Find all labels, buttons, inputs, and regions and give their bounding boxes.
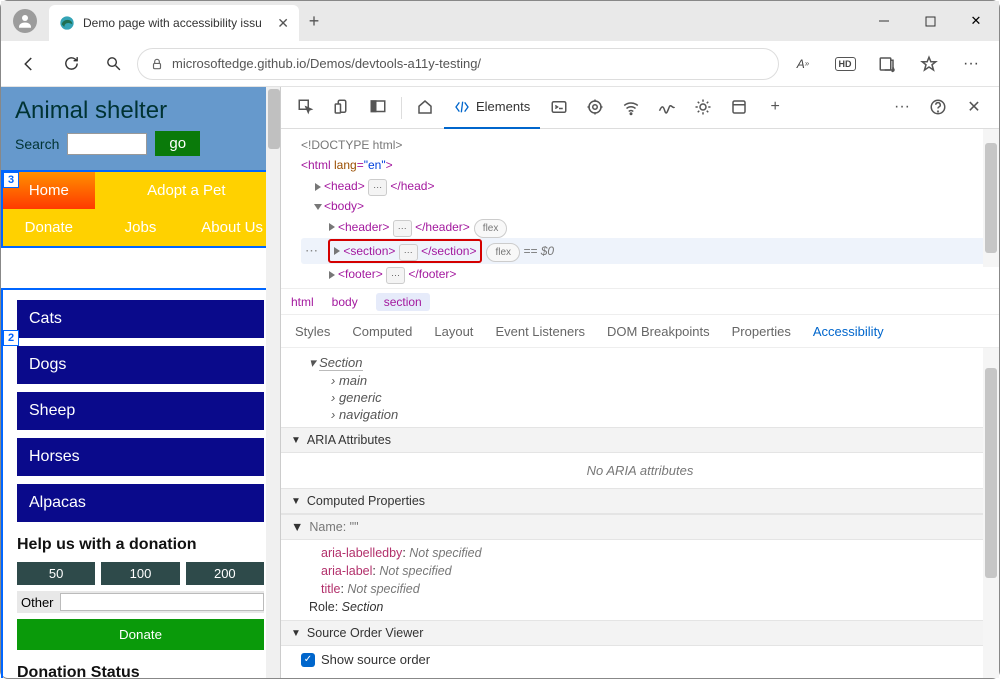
nav-about[interactable]: About Us [186, 209, 278, 246]
edge-favicon [59, 15, 75, 31]
read-aloud-icon[interactable]: A» [785, 46, 821, 82]
source-order-header[interactable]: ▼Source Order Viewer [281, 620, 999, 646]
donation-heading: Help us with a donation [17, 536, 264, 554]
go-button[interactable]: go [155, 131, 200, 156]
other-label: Other [17, 595, 54, 610]
page-title: Animal shelter [15, 97, 266, 125]
show-source-order-checkbox[interactable]: ✓Show source order [301, 652, 979, 667]
devtools-panel: Elements + ··· ✕ <!DOCTYPE html> <html l… [281, 87, 999, 678]
tab-event-listeners[interactable]: Event Listeners [495, 324, 585, 339]
tab-dom-breakpoints[interactable]: DOM Breakpoints [607, 324, 710, 339]
page-scrollbar[interactable] [266, 87, 281, 678]
tab-styles[interactable]: Styles [295, 324, 330, 339]
browser-toolbar: microsoftedge.github.io/Demos/devtools-a… [1, 41, 999, 87]
more-tabs-icon[interactable]: + [758, 91, 792, 125]
window-controls: ✕ [861, 1, 999, 41]
new-tab-button[interactable]: + [299, 11, 329, 32]
page-header: Animal shelter Search go [1, 87, 280, 170]
content-area: Animal shelter Search go Home Adopt a Pe… [1, 87, 999, 678]
donate-button[interactable]: Donate [17, 619, 264, 650]
tab-layout[interactable]: Layout [434, 324, 473, 339]
tab-title: Demo page with accessibility issu [83, 16, 269, 30]
elements-tab-label: Elements [476, 99, 530, 114]
maximize-button[interactable] [907, 1, 953, 41]
browser-tab[interactable]: Demo page with accessibility issu ✕ [49, 5, 299, 41]
elements-tab[interactable]: Elements [444, 87, 540, 129]
crumb-section[interactable]: section [376, 293, 430, 311]
url-text: microsoftedge.github.io/Demos/devtools-a… [172, 56, 481, 71]
accessibility-tree[interactable]: ▾ Section › main › generic › navigation [281, 348, 999, 427]
donation-status-heading: Donation Status [17, 664, 264, 678]
crumb-body[interactable]: body [332, 295, 358, 309]
amount-50[interactable]: 50 [17, 562, 95, 585]
category-cats[interactable]: Cats [17, 300, 264, 338]
network-tab-icon[interactable] [614, 91, 648, 125]
amount-100[interactable]: 100 [101, 562, 179, 585]
amount-200[interactable]: 200 [186, 562, 264, 585]
dock-icon[interactable] [361, 91, 395, 125]
address-bar[interactable]: microsoftedge.github.io/Demos/devtools-a… [137, 48, 779, 80]
devtools-toolbar: Elements + ··· ✕ [281, 87, 999, 129]
minimize-button[interactable] [861, 1, 907, 41]
search-label: Search [15, 136, 59, 152]
nav-jobs[interactable]: Jobs [95, 209, 187, 246]
name-property-row[interactable]: ▼Name: "" [281, 514, 999, 540]
category-dogs[interactable]: Dogs [17, 346, 264, 384]
dom-tree[interactable]: <!DOCTYPE html> <html lang="en"> <head> … [281, 129, 999, 288]
devtools-more-icon[interactable]: ··· [885, 91, 919, 125]
a11y-scrollbar[interactable] [983, 348, 999, 678]
inspect-icon[interactable] [289, 91, 323, 125]
category-list: Cats Dogs Sheep Horses Alpacas Help us w… [1, 288, 280, 678]
no-aria-text: No ARIA attributes [281, 453, 999, 488]
computed-properties-header[interactable]: ▼Computed Properties [281, 488, 999, 514]
back-button[interactable] [11, 46, 47, 82]
tab-close-icon[interactable]: ✕ [277, 15, 289, 32]
source-order-badge-2: 2 [3, 330, 19, 346]
styles-tabs: Styles Computed Layout Event Listeners D… [281, 314, 999, 348]
reader-icon[interactable]: ♪ [869, 46, 905, 82]
memory-tab-icon[interactable] [686, 91, 720, 125]
application-tab-icon[interactable] [722, 91, 756, 125]
other-amount-input[interactable] [60, 593, 264, 611]
search-button[interactable] [95, 46, 131, 82]
close-window-button[interactable]: ✕ [953, 1, 999, 41]
page-viewport: Animal shelter Search go Home Adopt a Pe… [1, 87, 281, 678]
nav-donate[interactable]: Donate [3, 209, 95, 246]
console-tab-icon[interactable] [542, 91, 576, 125]
welcome-tab-icon[interactable] [408, 91, 442, 125]
category-sheep[interactable]: Sheep [17, 392, 264, 430]
aria-attributes-header[interactable]: ▼ARIA Attributes [281, 427, 999, 453]
svg-text:♪: ♪ [892, 67, 895, 73]
dom-breadcrumbs[interactable]: html body section [281, 288, 999, 314]
accessibility-pane: ▾ Section › main › generic › navigation … [281, 348, 999, 678]
lock-icon [150, 57, 164, 71]
devtools-help-icon[interactable] [921, 91, 955, 125]
crumb-html[interactable]: html [291, 295, 314, 309]
refresh-button[interactable] [53, 46, 89, 82]
main-nav: Home Adopt a Pet Donate Jobs About Us [1, 170, 280, 248]
devtools-close-icon[interactable]: ✕ [957, 91, 991, 125]
search-input[interactable] [67, 133, 147, 155]
tab-computed[interactable]: Computed [352, 324, 412, 339]
tab-accessibility[interactable]: Accessibility [813, 324, 884, 339]
device-icon[interactable] [325, 91, 359, 125]
sources-tab-icon[interactable] [578, 91, 612, 125]
nav-adopt[interactable]: Adopt a Pet [95, 172, 278, 209]
donation-amounts: 50 100 200 [17, 562, 264, 585]
category-alpacas[interactable]: Alpacas [17, 484, 264, 522]
favorite-button[interactable] [911, 46, 947, 82]
hd-icon[interactable]: HD [827, 46, 863, 82]
tab-properties[interactable]: Properties [732, 324, 791, 339]
dom-doctype: <!DOCTYPE html> [301, 135, 989, 155]
window-titlebar: Demo page with accessibility issu ✕ + ✕ [1, 1, 999, 41]
category-horses[interactable]: Horses [17, 438, 264, 476]
performance-tab-icon[interactable] [650, 91, 684, 125]
dom-scrollbar[interactable] [983, 129, 999, 267]
profile-avatar[interactable] [13, 9, 37, 33]
menu-button[interactable]: ··· [953, 46, 989, 82]
source-order-badge-3: 3 [3, 172, 19, 188]
